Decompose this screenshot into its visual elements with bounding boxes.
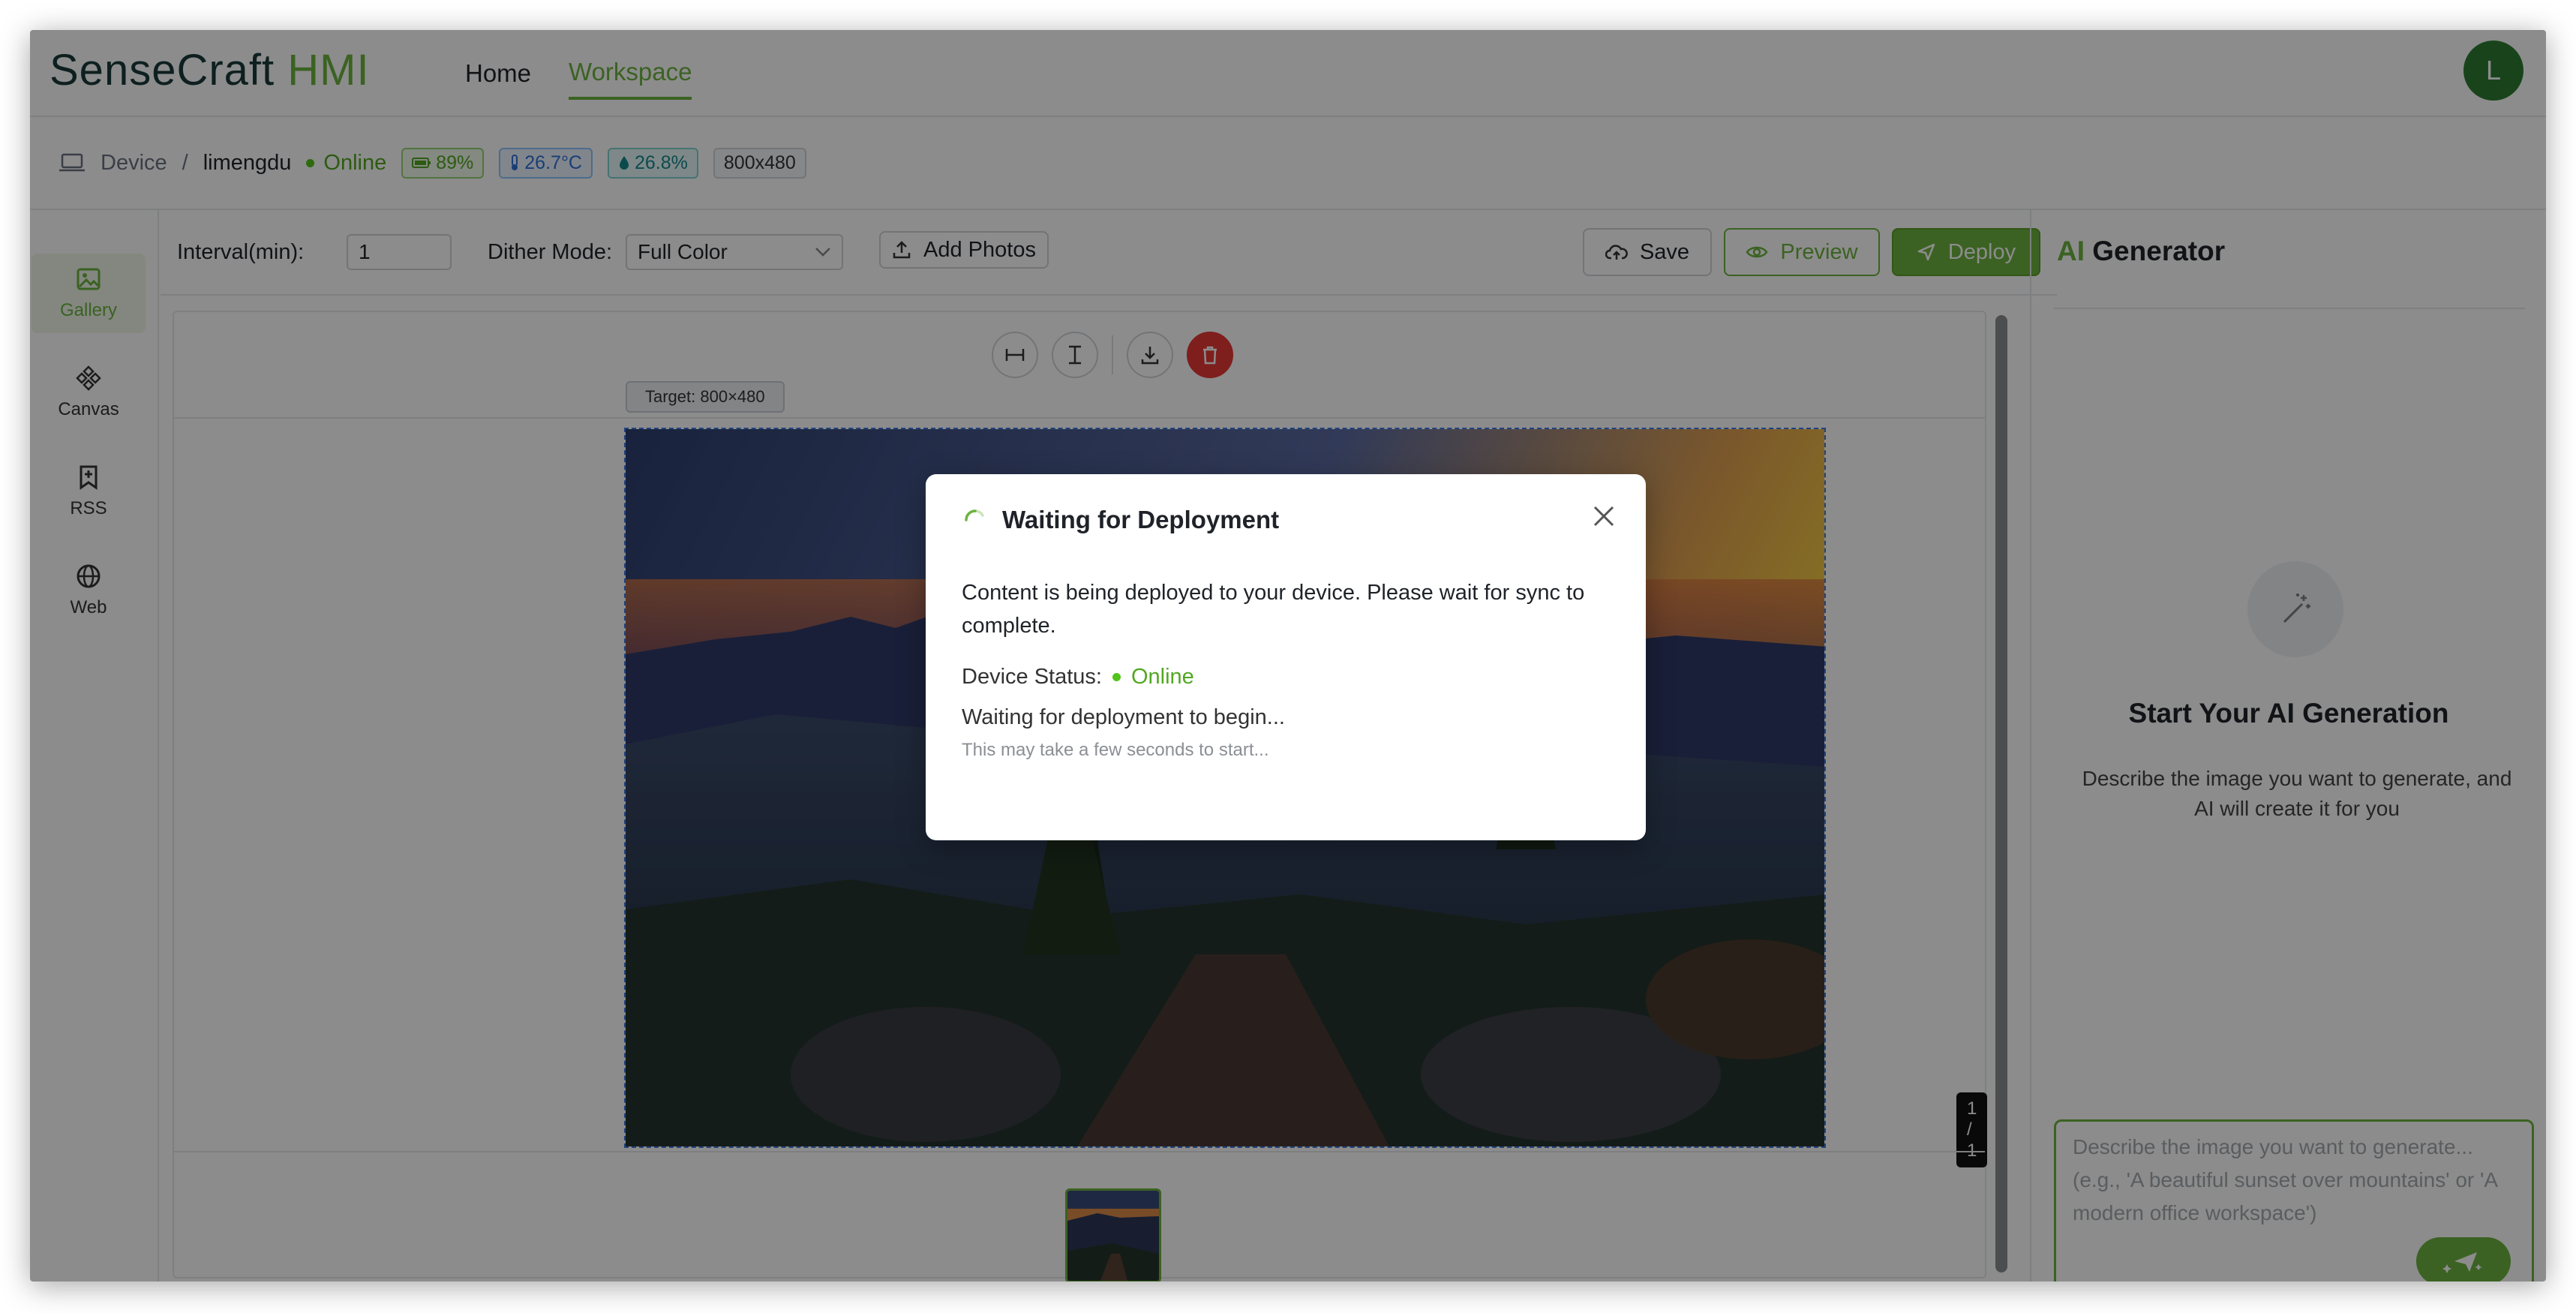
- app-window: SenseCraft HMI Home Workspace L Device /…: [30, 30, 2546, 1281]
- waiting-subtext: This may take a few seconds to start...: [962, 740, 1269, 760]
- status-dot: [1112, 673, 1121, 681]
- status-label: Device Status:: [962, 665, 1102, 689]
- modal-title: Waiting for Deployment: [962, 506, 1279, 534]
- deployment-modal: Waiting for Deployment Content is being …: [926, 474, 1646, 840]
- waiting-text: Waiting for deployment to begin...: [962, 705, 1285, 729]
- close-icon[interactable]: [1590, 503, 1617, 530]
- loading-spinner-icon: [965, 509, 984, 521]
- modal-title-text: Waiting for Deployment: [1002, 506, 1280, 533]
- status-value: Online: [1130, 665, 1194, 689]
- modal-message: Content is being deployed to your device…: [962, 581, 1585, 638]
- modal-device-status: Device Status: Online: [962, 665, 1194, 690]
